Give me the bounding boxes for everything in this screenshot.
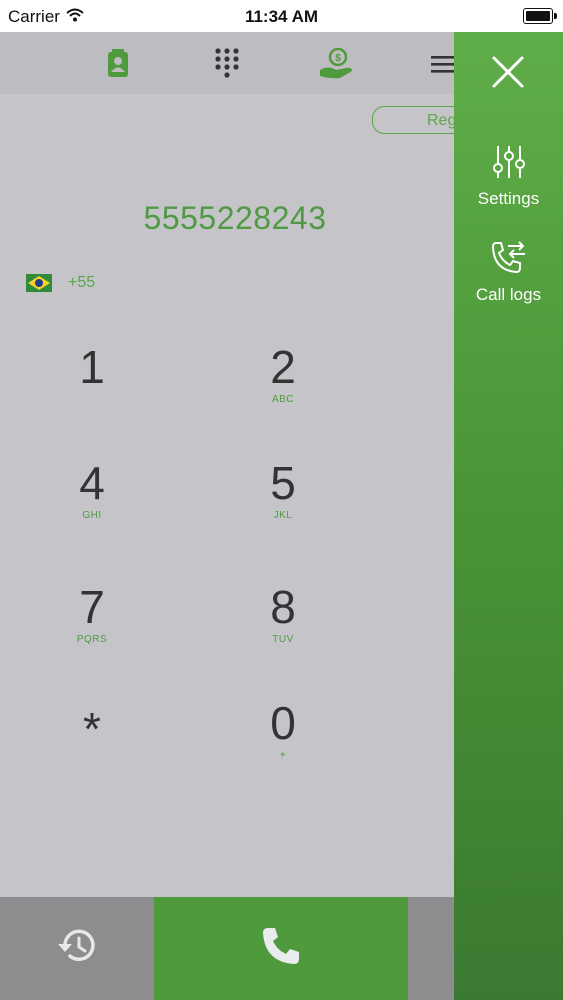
- clock: 11:34 AM: [244, 7, 319, 26]
- key-digit: 4: [79, 457, 105, 509]
- history-icon: [55, 926, 99, 971]
- key-0[interactable]: 0 +: [223, 698, 343, 761]
- drawer-item-label: Settings: [477, 189, 540, 208]
- drawer-item-settings[interactable]: Settings: [454, 144, 563, 209]
- status-bar: Carrier 11:34 AM: [0, 0, 563, 32]
- key-letters: JKL: [273, 510, 293, 521]
- side-drawer: Settings Call logs: [454, 32, 563, 1000]
- key-8[interactable]: 8 TUV: [223, 582, 343, 645]
- key-4[interactable]: 4 GHI: [32, 458, 152, 521]
- key-digit: 5: [270, 457, 296, 509]
- call-log-icon: [490, 241, 528, 280]
- key-7[interactable]: 7 PQRS: [32, 582, 152, 645]
- key-2[interactable]: 2 ABC: [223, 342, 343, 405]
- brazil-flag-icon[interactable]: [26, 274, 52, 292]
- close-icon[interactable]: [486, 50, 530, 94]
- drawer-item-call-logs[interactable]: Call logs: [454, 240, 563, 305]
- call-button[interactable]: [154, 897, 408, 1000]
- key-letters: ABC: [271, 394, 295, 405]
- key-5[interactable]: 5 JKL: [223, 458, 343, 521]
- dialed-number[interactable]: 5555228243: [0, 200, 470, 237]
- key-digit: 7: [79, 581, 105, 633]
- key-letters: GHI: [82, 510, 102, 521]
- drawer-item-label: Call logs: [475, 285, 542, 304]
- contacts-icon[interactable]: [98, 44, 138, 84]
- key-letters: +: [279, 750, 287, 761]
- key-digit: 2: [270, 341, 296, 393]
- country-code[interactable]: +55: [68, 274, 95, 292]
- key-digit: 0: [270, 697, 296, 749]
- phone-icon: [259, 924, 303, 973]
- sliders-icon: [491, 146, 527, 184]
- history-button[interactable]: [0, 897, 154, 1000]
- key-digit: 8: [270, 581, 296, 633]
- key-1[interactable]: 1: [32, 342, 152, 394]
- key-digit: *: [83, 703, 101, 755]
- key-letters: TUV: [272, 634, 294, 645]
- key-digit: 1: [79, 341, 105, 393]
- key-star[interactable]: *: [32, 704, 152, 756]
- battery-icon: [523, 8, 557, 24]
- keypad-icon[interactable]: [207, 44, 247, 84]
- credit-icon[interactable]: $: [316, 44, 356, 84]
- svg-text:$: $: [335, 53, 341, 64]
- key-letters: PQRS: [76, 634, 108, 645]
